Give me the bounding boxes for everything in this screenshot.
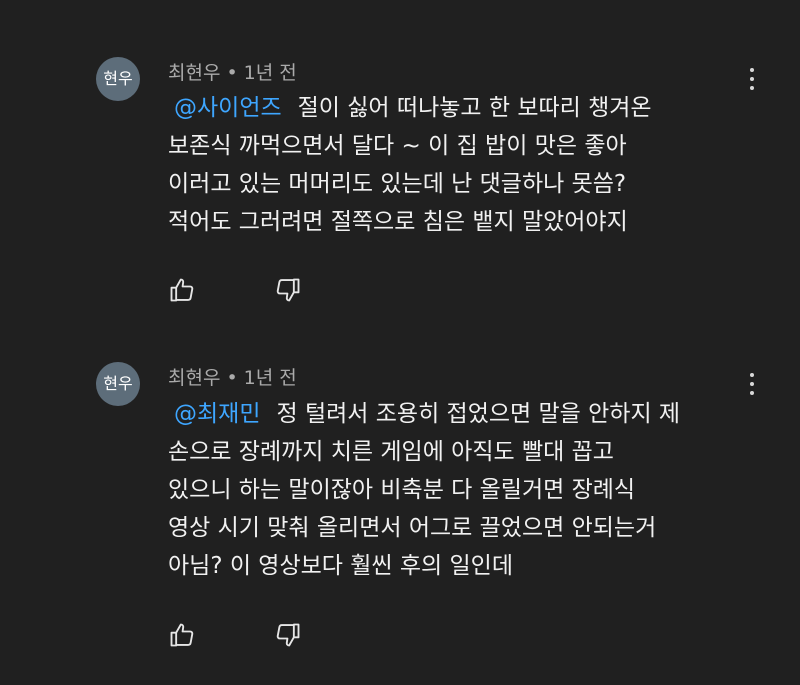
- comment-body: @최재민 정 털려서 조용히 접었으면 말을 안하지 제 손으로 장례까지 치른 …: [168, 395, 748, 585]
- comment-time[interactable]: 1년 전: [244, 62, 297, 84]
- avatar[interactable]: 현우: [96, 57, 140, 101]
- thumbs-up-icon[interactable]: [168, 276, 196, 304]
- comment-line: 손으로 장례까지 치른 게임에 아직도 빨대 꼽고: [168, 439, 614, 465]
- thumbs-down-icon[interactable]: [274, 621, 302, 649]
- meta-separator: •: [226, 367, 238, 389]
- author-name[interactable]: 최현우: [168, 62, 220, 84]
- comment-line: @최재민 정 털려서 조용히 접었으면 말을 안하지 제: [174, 401, 681, 427]
- comment-time[interactable]: 1년 전: [244, 367, 297, 389]
- comment-line: 아님? 이 영상보다 훨씬 후의 일인데: [168, 553, 514, 579]
- thumbs-down-icon[interactable]: [274, 276, 302, 304]
- mention-link[interactable]: @최재민: [174, 401, 260, 427]
- comment-line: 이러고 있는 머머리도 있는데 난 댓글하나 못씀?: [168, 171, 627, 197]
- comment-body: @사이언즈 절이 싫어 떠나놓고 한 보따리 챙겨온 보존식 까먹으면서 달다 ~…: [168, 89, 748, 241]
- comment-meta: 최현우 • 1년 전: [168, 58, 297, 85]
- comment-line: 보존식 까먹으면서 달다 ~ 이 집 밥이 맛은 좋아: [168, 133, 627, 159]
- avatar[interactable]: 현우: [96, 362, 140, 406]
- more-vert-icon[interactable]: [742, 371, 762, 397]
- author-name[interactable]: 최현우: [168, 367, 220, 389]
- comment-meta: 최현우 • 1년 전: [168, 363, 297, 390]
- comment-line: 영상 시기 맞춰 올리면서 어그로 끌었으면 안되는거: [168, 515, 657, 541]
- comment-line: @사이언즈 절이 싫어 떠나놓고 한 보따리 챙겨온: [174, 95, 652, 121]
- meta-separator: •: [226, 62, 238, 84]
- mention-link[interactable]: @사이언즈: [174, 95, 282, 121]
- thumbs-up-icon[interactable]: [168, 621, 196, 649]
- comment-line: 있으니 하는 말이잖아 비축분 다 올릴거면 장례식: [168, 477, 636, 503]
- comment-line: 적어도 그러려면 절쪽으로 침은 뱉지 말았어야지: [168, 209, 628, 235]
